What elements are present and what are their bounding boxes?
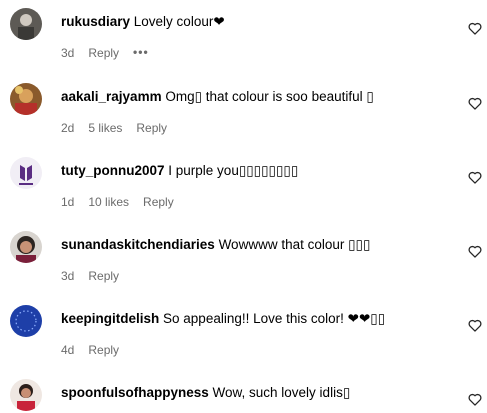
comment-meta: 4d Reply	[61, 342, 133, 358]
comment-text: Omg▯ that colour is soo beautiful ▯	[161, 89, 374, 104]
username-link[interactable]: aakali_rajyamm	[61, 89, 162, 104]
comment-time: 3d	[61, 269, 75, 283]
comment-text: I purple you▯▯▯▯▯▯▯▯	[164, 163, 299, 178]
comment-item: spoonfulsofhappyness Wow, such lovely id…	[0, 379, 487, 413]
comment-item: tuty_ponnu2007 I purple you▯▯▯▯▯▯▯▯ 1d 10…	[0, 157, 487, 217]
comment-meta: 1d 10 likes Reply	[61, 194, 188, 210]
comment-text: Lovely colour❤	[130, 14, 225, 29]
ellipsis-icon[interactable]: •••	[133, 44, 149, 60]
username-link[interactable]: sunandaskitchendiaries	[61, 237, 215, 252]
comment-line: sunandaskitchendiaries Wowwww that colou…	[61, 236, 370, 254]
comment-time: 4d	[61, 343, 75, 357]
comment-meta: 3d Reply •••	[61, 45, 163, 61]
avatar[interactable]	[10, 305, 42, 337]
reply-button[interactable]: Reply	[136, 121, 167, 135]
reply-button[interactable]: Reply	[88, 269, 119, 283]
reply-button[interactable]: Reply	[88, 343, 119, 357]
comment-meta: 3d Reply	[61, 268, 133, 284]
comment-text: Wowwww that colour ▯▯▯	[214, 237, 371, 252]
comment-line: aakali_rajyamm Omg▯ that colour is soo b…	[61, 88, 374, 106]
comment-meta: 2d 5 likes Reply	[61, 120, 181, 136]
heart-outline-icon[interactable]	[468, 245, 482, 258]
heart-outline-icon[interactable]	[468, 393, 482, 406]
comment-text: So appealing!! Love this color! ❤❤▯▯	[159, 311, 386, 326]
comment-line: rukusdiary Lovely colour❤	[61, 13, 225, 31]
comment-text: Wow, such lovely idlis▯	[208, 385, 351, 400]
reply-button[interactable]: Reply	[88, 46, 119, 60]
comment-item: rukusdiary Lovely colour❤ 3d Reply •••	[0, 8, 487, 68]
comment-item: keepingitdelish So appealing!! Love this…	[0, 305, 487, 365]
likes-count[interactable]: 10 likes	[88, 195, 129, 209]
comment-time: 2d	[61, 121, 75, 135]
comment-item: aakali_rajyamm Omg▯ that colour is soo b…	[0, 83, 487, 143]
heart-outline-icon[interactable]	[468, 319, 482, 332]
username-link[interactable]: keepingitdelish	[61, 311, 159, 326]
avatar[interactable]	[10, 8, 42, 40]
heart-outline-icon[interactable]	[468, 22, 482, 35]
likes-count[interactable]: 5 likes	[88, 121, 122, 135]
avatar[interactable]	[10, 157, 42, 189]
comment-line: keepingitdelish So appealing!! Love this…	[61, 310, 385, 328]
comment-item: sunandaskitchendiaries Wowwww that colou…	[0, 231, 487, 291]
reply-button[interactable]: Reply	[143, 195, 174, 209]
username-link[interactable]: tuty_ponnu2007	[61, 163, 165, 178]
avatar[interactable]	[10, 231, 42, 263]
avatar[interactable]	[10, 83, 42, 115]
heart-outline-icon[interactable]	[468, 171, 482, 184]
comment-time: 1d	[61, 195, 75, 209]
comment-time: 3d	[61, 46, 75, 60]
username-link[interactable]: rukusdiary	[61, 14, 130, 29]
comment-line: tuty_ponnu2007 I purple you▯▯▯▯▯▯▯▯	[61, 162, 298, 180]
avatar[interactable]	[10, 379, 42, 411]
heart-outline-icon[interactable]	[468, 97, 482, 110]
username-link[interactable]: spoonfulsofhappyness	[61, 385, 209, 400]
comment-line: spoonfulsofhappyness Wow, such lovely id…	[61, 384, 350, 402]
comments-list: rukusdiary Lovely colour❤ 3d Reply ••• aak…	[0, 0, 487, 413]
